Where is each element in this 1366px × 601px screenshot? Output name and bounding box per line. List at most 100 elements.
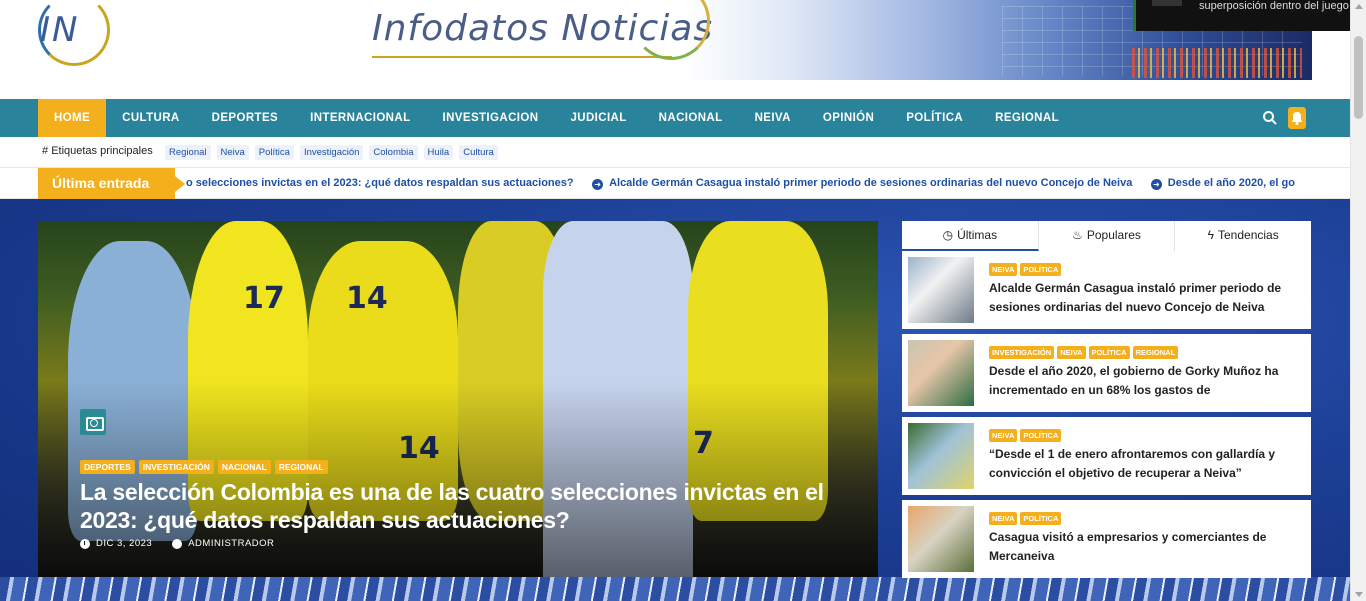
category-badge[interactable]: NEIVA <box>1057 346 1086 359</box>
notifications-bell-icon[interactable] <box>1288 107 1306 129</box>
hero-meta: DIC 3, 2023 ADMINISTRADOR <box>80 538 274 549</box>
main-nav: HOME CULTURA DEPORTES INTERNACIONAL INVE… <box>0 99 1350 137</box>
tag-colombia[interactable]: Colombia <box>369 145 418 160</box>
arrow-circle-icon: ➜ <box>592 179 604 190</box>
hero-title[interactable]: La selección Colombia es una de las cuat… <box>80 478 840 534</box>
category-badge[interactable]: POLÍTICA <box>1020 429 1062 442</box>
category-badge[interactable]: DEPORTES <box>80 460 135 474</box>
nav-item-nacional[interactable]: NACIONAL <box>643 99 739 137</box>
category-badge[interactable]: POLÍTICA <box>1020 512 1062 525</box>
post-thumbnail[interactable] <box>908 340 974 406</box>
nav-item-politica[interactable]: POLÍTICA <box>890 99 979 137</box>
nav-items: HOME CULTURA DEPORTES INTERNACIONAL INVE… <box>38 99 1075 137</box>
camera-icon <box>80 409 106 435</box>
tags-label-text: Etiquetas principales <box>51 145 153 157</box>
list-item[interactable]: NEIVA POLÍTICA Alcalde Germán Casagua in… <box>902 251 1311 329</box>
tag-cultura[interactable]: Cultura <box>459 145 498 160</box>
latest-posts-list: NEIVA POLÍTICA Alcalde Germán Casagua in… <box>902 251 1311 583</box>
nav-item-internacional[interactable]: INTERNACIONAL <box>294 99 426 137</box>
latest-label: Última entrada <box>38 168 185 199</box>
news-ticker: o selecciones invictas en el 2023: ¿qué … <box>186 168 1312 199</box>
logo-text: IN <box>40 10 80 50</box>
category-badge[interactable]: INVESTIGACIÓN <box>138 460 214 474</box>
post-title[interactable]: Casagua visitó a empresarios y comercian… <box>989 528 1304 566</box>
overlay-icon <box>1152 0 1182 6</box>
category-badge[interactable]: REGIONAL <box>1132 346 1179 359</box>
post-categories: NEIVA POLÍTICA <box>989 263 1062 276</box>
category-badge[interactable]: INVESTIGACIÓN <box>989 346 1055 359</box>
post-categories: NEIVA POLÍTICA <box>989 512 1062 525</box>
tags-list: Regional Neiva Política Investigación Co… <box>165 145 498 160</box>
banner-underline <box>372 56 672 58</box>
category-badge[interactable]: NEIVA <box>989 263 1018 276</box>
category-badge[interactable]: NEIVA <box>989 512 1018 525</box>
bell-icon <box>1291 112 1303 125</box>
latest-entries-bar: Última entrada o selecciones invictas en… <box>0 168 1350 199</box>
tab-label: Populares <box>1086 228 1141 242</box>
category-badge[interactable]: NEIVA <box>989 429 1018 442</box>
scrollbar-thumb[interactable] <box>1354 36 1363 119</box>
tab-label: Tendencias <box>1218 228 1279 242</box>
clock-icon: ◷ <box>942 228 954 242</box>
page-scrollbar[interactable] <box>1350 0 1366 601</box>
hash-icon: # <box>42 145 49 157</box>
bolt-icon: ϟ <box>1207 228 1214 242</box>
tag-huila[interactable]: Huila <box>423 145 454 160</box>
category-badge[interactable]: NACIONAL <box>217 460 271 474</box>
nav-item-opinion[interactable]: OPINIÓN <box>807 99 890 137</box>
banner-arc <box>632 0 710 60</box>
site-logo[interactable]: IN <box>36 0 114 74</box>
category-badge[interactable]: POLÍTICA <box>1088 346 1130 359</box>
ticker-item[interactable]: ➜ Desde el año 2020, el go <box>1150 168 1295 199</box>
list-item[interactable]: NEIVA POLÍTICA Casagua visitó a empresar… <box>902 500 1311 578</box>
post-title[interactable]: “Desde el 1 de enero afrontaremos con ga… <box>989 445 1304 483</box>
category-badge[interactable]: REGIONAL <box>274 460 328 474</box>
arrow-circle-icon: ➜ <box>1150 179 1162 190</box>
list-item[interactable]: NEIVA POLÍTICA “Desde el 1 de enero afro… <box>902 417 1311 495</box>
scroll-up-icon[interactable] <box>1355 4 1363 9</box>
hero-categories: DEPORTES INVESTIGACIÓN NACIONAL REGIONAL <box>80 460 328 474</box>
nav-item-cultura[interactable]: CULTURA <box>106 99 196 137</box>
nav-item-neiva[interactable]: NEIVA <box>739 99 807 137</box>
sidebar-tabs: ◷ Últimas ♨ Populares ϟ Tendencias <box>902 221 1311 251</box>
ticker-item[interactable]: o selecciones invictas en el 2023: ¿qué … <box>186 168 574 199</box>
tag-regional[interactable]: Regional <box>165 145 211 160</box>
tag-investigacion[interactable]: Investigación <box>299 145 364 160</box>
post-categories: INVESTIGACIÓN NEIVA POLÍTICA REGIONAL <box>989 346 1179 359</box>
post-author[interactable]: ADMINISTRADOR <box>188 538 274 549</box>
ticker-item-text: o selecciones invictas en el 2023: ¿qué … <box>186 177 574 189</box>
scroll-down-icon[interactable] <box>1355 592 1363 597</box>
ticker-item[interactable]: ➜ Alcalde Germán Casagua instaló primer p… <box>592 168 1132 199</box>
nav-item-deportes[interactable]: DEPORTES <box>196 99 294 137</box>
ticker-item-text: Alcalde Germán Casagua instaló primer pe… <box>609 177 1133 189</box>
tag-politica[interactable]: Política <box>254 145 294 160</box>
banner-bars <box>1132 48 1302 78</box>
post-thumbnail[interactable] <box>908 257 974 323</box>
game-overlay-notice: superposición dentro del juego <box>1133 0 1366 31</box>
post-thumbnail[interactable] <box>908 423 974 489</box>
nav-item-investigacion[interactable]: INVESTIGACION <box>427 99 555 137</box>
clock-icon <box>80 538 90 549</box>
category-badge[interactable]: POLÍTICA <box>1020 263 1062 276</box>
tab-tendencias[interactable]: ϟ Tendencias <box>1175 221 1311 251</box>
list-item[interactable]: INVESTIGACIÓN NEIVA POLÍTICA REGIONAL De… <box>902 334 1311 412</box>
fire-icon: ♨ <box>1072 228 1083 242</box>
nav-item-home[interactable]: HOME <box>38 99 107 137</box>
nav-item-regional[interactable]: REGIONAL <box>979 99 1075 137</box>
tag-neiva[interactable]: Neiva <box>216 145 249 160</box>
tags-label: # Etiquetas principales <box>42 145 153 157</box>
post-date: DIC 3, 2023 <box>96 538 153 549</box>
user-icon <box>172 538 183 549</box>
post-title[interactable]: Desde el año 2020, el gobierno de Gorky … <box>989 362 1304 400</box>
overlay-text: superposición dentro del juego <box>1199 0 1349 12</box>
post-title[interactable]: Alcalde Germán Casagua instaló primer pe… <box>989 279 1304 317</box>
tab-populares[interactable]: ♨ Populares <box>1039 221 1176 251</box>
nav-item-judicial[interactable]: JUDICIAL <box>554 99 642 137</box>
tab-label: Últimas <box>957 228 998 242</box>
search-icon[interactable] <box>1262 110 1278 126</box>
ticker-item-text: Desde el año 2020, el go <box>1167 177 1295 189</box>
post-categories: NEIVA POLÍTICA <box>989 429 1062 442</box>
tags-bar: # Etiquetas principales Regional Neiva P… <box>0 137 1350 168</box>
tab-ultimas[interactable]: ◷ Últimas <box>902 221 1039 251</box>
post-thumbnail[interactable] <box>908 506 974 572</box>
